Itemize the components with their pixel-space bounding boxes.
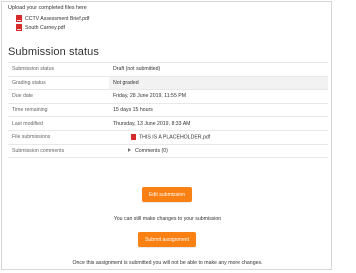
assignment-panel: Upload your completed files here CCTV As… [1, 1, 332, 270]
row-label: Submission comments [8, 143, 109, 159]
table-row: Grading status Not graded [8, 75, 328, 90]
upload-label: Upload your completed files here [8, 5, 87, 11]
row-value: 15 days 15 hours [109, 102, 328, 117]
row-value: THIS IS A PLACEHOLDER.pdf [109, 129, 328, 145]
comments-link[interactable]: Comments (0) [135, 148, 168, 154]
submit-warning: Once this assignment is submitted you wi… [72, 260, 263, 266]
submission-status-table: Submission status Draft (not submitted) … [8, 62, 328, 159]
table-row: Due date Friday, 28 June 2019, 11:55 PM [8, 89, 328, 104]
row-label: Time remaining [8, 102, 109, 117]
row-label: File submissions [8, 129, 109, 145]
table-row: Submission comments Comments (0) [8, 143, 328, 159]
attachment-link[interactable]: CCTV Assessment Brief.pdf [16, 15, 89, 22]
row-label: Submission status [8, 62, 109, 77]
attachment-link[interactable]: South Carney.pdf [16, 24, 65, 31]
row-value: Friday, 28 June 2019, 11:55 PM [109, 89, 328, 104]
pdf-file-icon [16, 15, 22, 22]
edit-note: You can still make changes to your submi… [113, 216, 222, 222]
row-value: Thursday, 13 June 2019, 8:33 AM [109, 116, 328, 131]
pdf-file-icon [16, 24, 22, 31]
edit-submission-button[interactable]: Edit submission [142, 187, 192, 202]
row-label: Due date [8, 89, 109, 104]
table-row: File submissions THIS IS A PLACEHOLDER.p… [8, 129, 328, 145]
attachment-name[interactable]: South Carney.pdf [25, 25, 65, 31]
table-row: Submission status Draft (not submitted) [8, 62, 328, 77]
pdf-file-icon [131, 134, 136, 141]
attachment-name[interactable]: CCTV Assessment Brief.pdf [25, 16, 89, 22]
table-row: Last modified Thursday, 13 June 2019, 8:… [8, 116, 328, 131]
caret-right-icon [128, 148, 131, 153]
row-value: Draft (not submitted) [109, 62, 328, 77]
page-title: Submission status [8, 46, 99, 58]
comments-toggle[interactable]: Comments (0) [127, 148, 168, 154]
row-label: Last modified [8, 116, 109, 131]
submitted-file-link[interactable]: THIS IS A PLACEHOLDER.pdf [139, 134, 210, 140]
row-value: Not graded [109, 75, 328, 90]
submit-assignment-button[interactable]: Submit assignment [138, 232, 196, 247]
row-value: Comments (0) [109, 143, 328, 159]
row-label: Grading status [8, 75, 109, 90]
table-row: Time remaining 15 days 15 hours [8, 102, 328, 117]
